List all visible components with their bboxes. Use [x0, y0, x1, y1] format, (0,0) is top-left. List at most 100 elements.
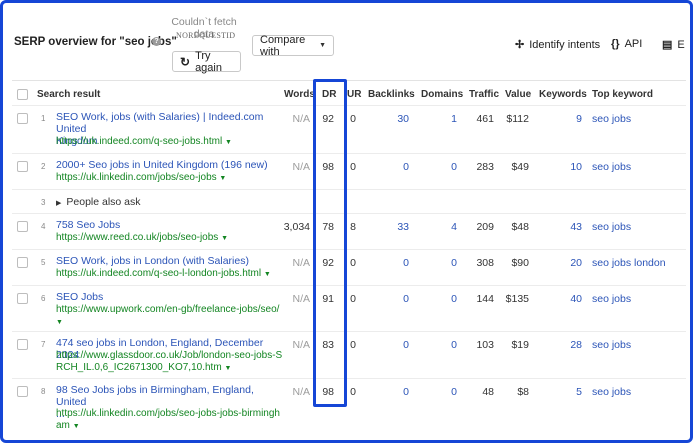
rank-number: 3: [41, 198, 46, 207]
keywords-value[interactable]: 40: [557, 293, 582, 305]
rank-number: 8: [41, 387, 46, 396]
top-keyword-link[interactable]: seo jobs: [592, 161, 631, 173]
keywords-value[interactable]: 9: [557, 113, 582, 125]
result-url[interactable]: https://www.upwork.com/en-gb/freelance-j…: [56, 304, 284, 329]
backlinks-value[interactable]: 0: [383, 161, 409, 173]
braces-icon: {}: [611, 38, 620, 50]
keywords-value[interactable]: 28: [557, 339, 582, 351]
keywords-value[interactable]: 5: [557, 386, 582, 398]
column-dr[interactable]: DR: [322, 89, 336, 100]
row-checkbox[interactable]: [17, 293, 28, 304]
column-keywords[interactable]: Keywords: [539, 89, 587, 100]
domains-value[interactable]: 0: [432, 257, 457, 269]
row-checkbox[interactable]: [17, 113, 28, 124]
top-keyword-link[interactable]: seo jobs: [592, 386, 631, 398]
value-value: $135: [505, 293, 529, 305]
column-words[interactable]: Words: [284, 89, 315, 100]
table-header: Search result Words DR UR Backlinks Doma…: [12, 85, 686, 103]
chevron-down-icon: ▼: [56, 319, 63, 326]
result-title-link[interactable]: SEO Work, jobs in London (with Salaries): [56, 255, 281, 267]
top-keyword-link[interactable]: seo jobs: [592, 113, 631, 125]
column-backlinks[interactable]: Backlinks: [368, 89, 415, 100]
row-checkbox[interactable]: [17, 386, 28, 397]
result-url[interactable]: https://uk.linkedin.com/jobs/seo-jobs-jo…: [56, 408, 284, 433]
top-keyword-link[interactable]: seo jobs: [592, 221, 631, 233]
column-ur[interactable]: UR: [347, 89, 361, 100]
keywords-value[interactable]: 20: [557, 257, 582, 269]
words-value: N/A: [292, 113, 310, 125]
column-traffic[interactable]: Traffic: [469, 89, 499, 100]
backlinks-value[interactable]: 33: [383, 221, 409, 233]
backlinks-value[interactable]: 30: [383, 113, 409, 125]
rank-number: 1: [41, 114, 46, 123]
result-title-link[interactable]: 2000+ Seo jobs in United Kingdom (196 ne…: [56, 159, 281, 171]
export-button[interactable]: ▤ E: [662, 38, 685, 52]
domains-value[interactable]: 0: [432, 386, 457, 398]
dr-value: 92: [322, 113, 334, 125]
people-also-ask-row[interactable]: 3 ▶ People also ask: [12, 189, 686, 214]
ur-value: 0: [350, 293, 356, 305]
column-search-result[interactable]: Search result: [37, 89, 100, 100]
result-title-link[interactable]: SEO Jobs: [56, 291, 281, 303]
identify-intents-button[interactable]: ✢ Identify intents: [515, 38, 600, 52]
backlinks-value[interactable]: 0: [383, 339, 409, 351]
dr-value: 98: [322, 161, 334, 173]
table-row: 5 SEO Work, jobs in London (with Salarie…: [12, 249, 686, 286]
dr-value: 78: [322, 221, 334, 233]
domains-value[interactable]: 4: [432, 221, 457, 233]
try-again-button[interactable]: ↻ Try again: [172, 50, 241, 74]
help-icon[interactable]: ?: [152, 37, 161, 46]
header-divider: [12, 80, 686, 81]
backlinks-value[interactable]: 0: [383, 386, 409, 398]
backlinks-value[interactable]: 0: [383, 257, 409, 269]
result-title-link[interactable]: 758 Seo Jobs: [56, 219, 281, 231]
domains-value[interactable]: 0: [432, 339, 457, 351]
compare-with-dropdown[interactable]: Compare with ▼: [252, 33, 334, 58]
words-value: N/A: [292, 161, 310, 173]
row-checkbox[interactable]: [17, 257, 28, 268]
keywords-value[interactable]: 10: [557, 161, 582, 173]
api-button[interactable]: {} API: [611, 38, 642, 50]
traffic-value: 144: [476, 293, 494, 305]
value-value: $8: [517, 386, 529, 398]
refresh-icon: ↻: [180, 54, 191, 69]
domains-value[interactable]: 1: [432, 113, 457, 125]
domains-value[interactable]: 0: [432, 161, 457, 173]
select-all-checkbox[interactable]: [17, 89, 28, 100]
column-domains[interactable]: Domains: [421, 89, 463, 100]
result-url[interactable]: https://uk.indeed.com/q-seo-l-london-job…: [56, 268, 284, 281]
chevron-down-icon: ▼: [219, 175, 227, 182]
ur-value: 0: [350, 113, 356, 125]
keywords-value[interactable]: 43: [557, 221, 582, 233]
column-value[interactable]: Value: [505, 89, 531, 100]
ur-value: 0: [350, 161, 356, 173]
people-also-ask-toggle[interactable]: ▶ People also ask: [56, 196, 141, 208]
words-value: N/A: [292, 257, 310, 269]
ur-value: 0: [350, 339, 356, 351]
result-url[interactable]: https://www.reed.co.uk/jobs/seo-jobs ▼: [56, 232, 284, 245]
top-keyword-link[interactable]: seo jobs: [592, 339, 631, 351]
table-row: 6 SEO Jobs https://www.upwork.com/en-gb/…: [12, 285, 686, 332]
chevron-down-icon: ▼: [224, 365, 232, 372]
column-top-keyword[interactable]: Top keyword: [592, 89, 653, 100]
export-icon: ▤: [662, 39, 673, 51]
domains-value[interactable]: 0: [432, 293, 457, 305]
top-keyword-link[interactable]: seo jobs london: [592, 257, 666, 269]
chevron-down-icon: ▼: [221, 235, 229, 242]
fetch-error-code: NOREQUESTID: [176, 31, 236, 40]
compare-with-label: Compare with: [260, 33, 306, 58]
value-value: $19: [511, 339, 529, 351]
result-url[interactable]: https://uk.indeed.com/q-seo-jobs.html ▼: [56, 136, 284, 149]
sparkle-icon: ✢: [515, 39, 525, 51]
rank-number: 2: [41, 162, 46, 171]
row-checkbox[interactable]: [17, 339, 28, 350]
words-value: N/A: [292, 386, 310, 398]
result-url[interactable]: https://www.glassdoor.co.uk/Job/london-s…: [56, 350, 284, 375]
api-label: API: [624, 38, 643, 50]
backlinks-value[interactable]: 0: [383, 293, 409, 305]
top-keyword-link[interactable]: seo jobs: [592, 293, 631, 305]
rank-number: 5: [41, 258, 46, 267]
row-checkbox[interactable]: [17, 161, 28, 172]
row-checkbox[interactable]: [17, 221, 28, 232]
result-url[interactable]: https://uk.linkedin.com/jobs/seo-jobs ▼: [56, 172, 284, 185]
